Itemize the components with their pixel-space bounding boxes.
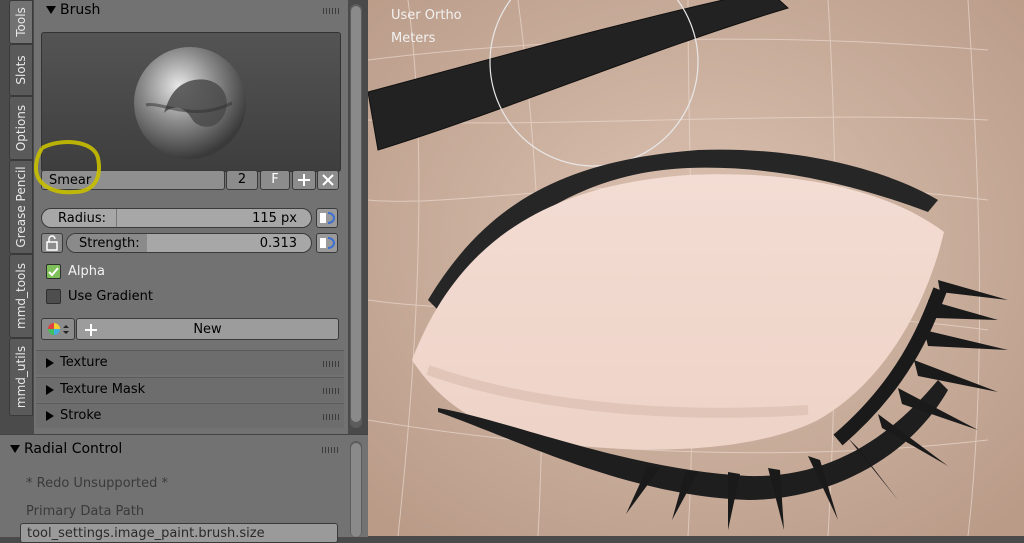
plus-icon	[298, 174, 310, 186]
color-wheel-icon	[48, 323, 69, 335]
use-gradient-checkbox[interactable]	[46, 289, 61, 304]
texture-mask-subpanel[interactable]: Texture Mask	[36, 377, 344, 402]
pressure-radius-button[interactable]	[316, 208, 338, 228]
checkmark-icon	[48, 267, 59, 277]
alpha-checkbox[interactable]	[46, 264, 61, 279]
radial-control-title[interactable]: Radial Control	[24, 441, 122, 457]
drag-grip-icon[interactable]	[323, 388, 339, 394]
expand-triangle-icon	[46, 358, 54, 368]
fake-user-button[interactable]: F	[260, 170, 290, 190]
brush-panel-title[interactable]: Brush	[60, 2, 100, 18]
tab-mmd-utils[interactable]: mmd_utils	[9, 338, 33, 416]
view-mode-label: User Ortho	[391, 8, 462, 23]
pressure-strength-button[interactable]	[316, 233, 338, 253]
primary-data-path-field[interactable]: tool_settings.image_paint.brush.size	[20, 523, 338, 543]
lower-scrollbar[interactable]	[350, 441, 362, 537]
radius-slider[interactable]: Radius: 115 px	[41, 208, 312, 228]
add-brush-button[interactable]	[292, 170, 316, 190]
new-palette-button[interactable]: New	[76, 318, 339, 340]
texture-subpanel[interactable]: Texture	[36, 350, 344, 375]
unlink-brush-button[interactable]	[317, 170, 339, 190]
strength-value: 0.313	[259, 236, 297, 251]
stroke-subpanel[interactable]: Stroke	[36, 403, 344, 428]
pressure-icon	[320, 237, 336, 249]
redo-unsupported-text: * Redo Unsupported *	[26, 476, 168, 491]
lock-icon	[46, 235, 58, 251]
alpha-label: Alpha	[68, 264, 105, 279]
sidebar-tab-strip: Tools Slots Options Grease Pencil mmd_to…	[0, 0, 34, 434]
eye-texture-view	[368, 0, 1024, 536]
collapse-triangle-icon[interactable]	[46, 6, 56, 14]
tab-mmd-tools[interactable]: mmd_tools	[9, 254, 33, 338]
radius-value: 115 px	[252, 211, 297, 226]
3d-viewport[interactable]: User Ortho Meters	[368, 0, 1024, 536]
expand-triangle-icon	[46, 411, 54, 421]
primary-data-path-label: Primary Data Path	[26, 504, 145, 519]
pressure-icon	[320, 212, 336, 224]
collapse-triangle-icon[interactable]	[10, 445, 20, 453]
lock-strength-button[interactable]	[41, 233, 63, 253]
highlight-circle	[33, 140, 101, 195]
close-icon	[322, 174, 334, 186]
drag-grip-icon[interactable]	[322, 447, 338, 453]
units-label: Meters	[391, 31, 436, 46]
tab-slots[interactable]: Slots	[9, 44, 33, 96]
panel-scrollbar[interactable]	[350, 4, 362, 428]
drag-grip-icon[interactable]	[323, 8, 339, 14]
strength-slider[interactable]: Strength: 0.313	[66, 233, 312, 253]
drag-grip-icon[interactable]	[323, 414, 339, 420]
palette-browse-button[interactable]	[41, 318, 75, 340]
users-count[interactable]: 2	[226, 170, 258, 190]
use-gradient-label: Use Gradient	[68, 289, 154, 304]
radial-control-panel: Radial Control * Redo Unsupported * Prim…	[0, 434, 368, 543]
tab-tools[interactable]: Tools	[9, 0, 33, 44]
drag-grip-icon[interactable]	[323, 361, 339, 367]
expand-triangle-icon	[46, 385, 54, 395]
